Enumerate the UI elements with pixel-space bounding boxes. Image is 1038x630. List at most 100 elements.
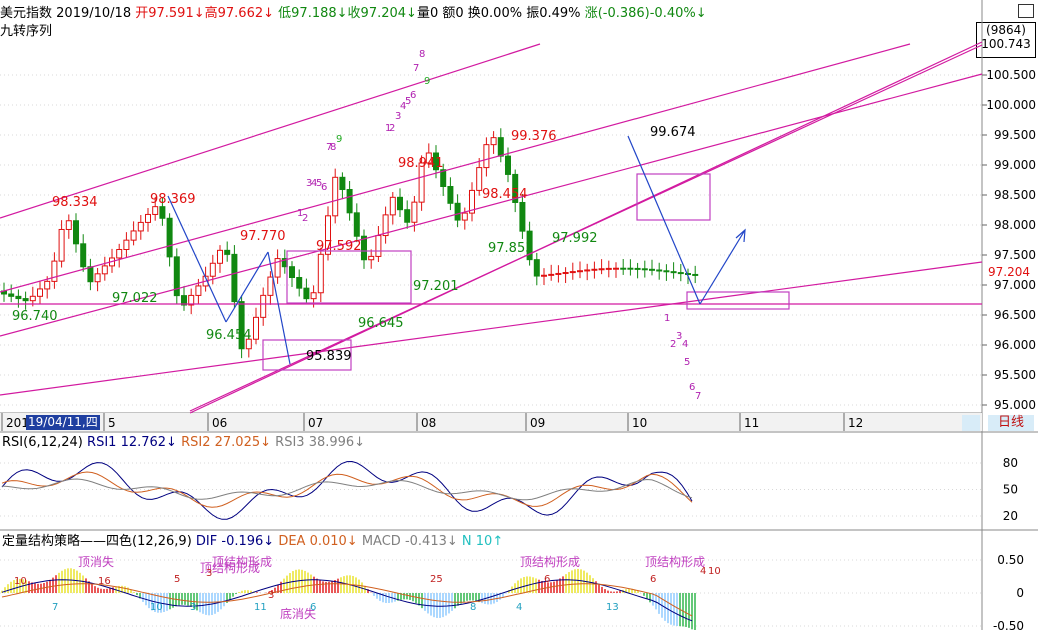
n-label: N (461, 534, 472, 549)
candle-body (80, 243, 87, 268)
candle-body (505, 155, 511, 175)
candle-body (577, 270, 583, 273)
price-annotation: 96.645 (358, 316, 404, 331)
rsi3-label: RSI3 (275, 435, 305, 450)
macd-tick-label: 0.50 (997, 553, 1024, 567)
candle-body (649, 268, 655, 271)
trend-line (0, 43, 541, 219)
current-price-label: 97.204 (988, 265, 1030, 280)
candle-body (346, 189, 353, 214)
candle-body (461, 212, 468, 221)
macd-count: 16 (98, 576, 111, 587)
trend-line (0, 261, 983, 396)
nine-turn-number: 7 (326, 142, 332, 153)
macd-annotation: 顶结构形成 (645, 554, 705, 569)
candle-body (130, 230, 137, 241)
macd-count: 6 (650, 574, 656, 585)
macd-count: 6 (310, 602, 316, 613)
candle-body (73, 220, 79, 245)
macd-label: MACD (361, 534, 401, 549)
rsi-tick-label: 50 (1003, 483, 1018, 497)
candle-body (339, 176, 346, 191)
rsi3-value: 38.996↓ (308, 435, 366, 450)
candle-body (598, 268, 605, 271)
price-annotation: 97.770 (240, 229, 286, 244)
period-button[interactable]: 日线 (988, 415, 1034, 431)
candle-body (152, 206, 159, 215)
price-tick-label: 95.000 (994, 398, 1036, 412)
candle-body (8, 293, 15, 297)
candle-body (541, 274, 547, 277)
price-annotation: 98.334 (52, 195, 98, 210)
candle-body (137, 221, 144, 232)
candle-body (368, 255, 375, 261)
candle-body (389, 196, 396, 216)
candle-body (310, 292, 317, 300)
time-tick-label: 06 (212, 416, 227, 430)
candle-body (260, 294, 267, 318)
macd-annotation: 顶结构形成 (520, 554, 580, 569)
candle-body (483, 144, 490, 169)
candle-body (375, 235, 382, 257)
candle-body (569, 271, 576, 274)
candle-body (663, 270, 670, 273)
dea-value: 0.010↓ (309, 534, 358, 549)
rsi-tick-label: 80 (1003, 456, 1018, 470)
candle-body (548, 273, 555, 276)
candle-body (267, 276, 274, 296)
macd-header: 定量结构策略——四色(12,26,9) DIF -0.196↓ DEA 0.01… (2, 534, 503, 549)
macd-title: 定量结构策略——四色(12,26,9) (2, 534, 192, 549)
candle-body (65, 220, 72, 230)
macd-count: 3 (268, 590, 274, 601)
dif-label: DIF (195, 534, 218, 549)
nine-turn-number: 3 (395, 111, 401, 122)
candle-body (15, 295, 22, 300)
candle-body (555, 272, 562, 275)
macd-count: 6 (544, 574, 550, 585)
time-tick-label: 5 (108, 416, 116, 430)
scroll-button[interactable] (962, 415, 980, 431)
price-tick-label: 96.000 (994, 338, 1036, 352)
candle-body (562, 272, 569, 275)
price-annotation: 96.740 (12, 309, 58, 324)
price-annotation: 99.376 (511, 129, 557, 144)
time-tick-label: 07 (308, 416, 323, 430)
candle-body (195, 285, 202, 296)
candle-body (224, 249, 231, 255)
macd-tick-label: -0.50 (993, 619, 1024, 630)
nine-turn-number: 9 (336, 134, 342, 145)
pattern-box (636, 173, 711, 221)
rsi1-value: 12.762↓ (120, 435, 177, 450)
candle-body (634, 267, 641, 270)
wave-arrow (699, 229, 746, 305)
candle-body (231, 253, 238, 303)
candle-body (353, 212, 360, 237)
candle-body (209, 262, 216, 277)
time-axis (0, 413, 982, 431)
price-tick-label: 99.500 (994, 128, 1036, 142)
candle-body (692, 273, 699, 276)
candle-body (411, 201, 418, 223)
macd-count: 10 (708, 566, 721, 577)
candle-body (303, 287, 310, 300)
price-tick-label: 98.500 (994, 188, 1036, 202)
candle-body (591, 268, 598, 271)
candle-body (332, 176, 339, 217)
date-marker: 19/04/11,四 (26, 415, 100, 430)
price-annotation: 95.839 (306, 349, 352, 364)
candle-body (397, 196, 403, 211)
candle-body (116, 249, 123, 259)
macd-count: 10 (150, 602, 163, 613)
price-tick-label: 97.000 (994, 278, 1036, 292)
candle-body (296, 277, 303, 289)
nine-turn-number: 4 (682, 339, 688, 350)
candle-body (51, 260, 58, 282)
candle-body (94, 273, 101, 283)
macd-annotation: 顶结构形成 (212, 554, 272, 569)
macd-value: -0.413↓ (404, 534, 458, 549)
candle-body (317, 253, 324, 294)
rsi-title: RSI(6,12,24) (2, 435, 83, 450)
macd-count: 13 (606, 602, 619, 613)
candle-body (490, 137, 497, 146)
price-annotation: 97.592 (316, 239, 362, 254)
